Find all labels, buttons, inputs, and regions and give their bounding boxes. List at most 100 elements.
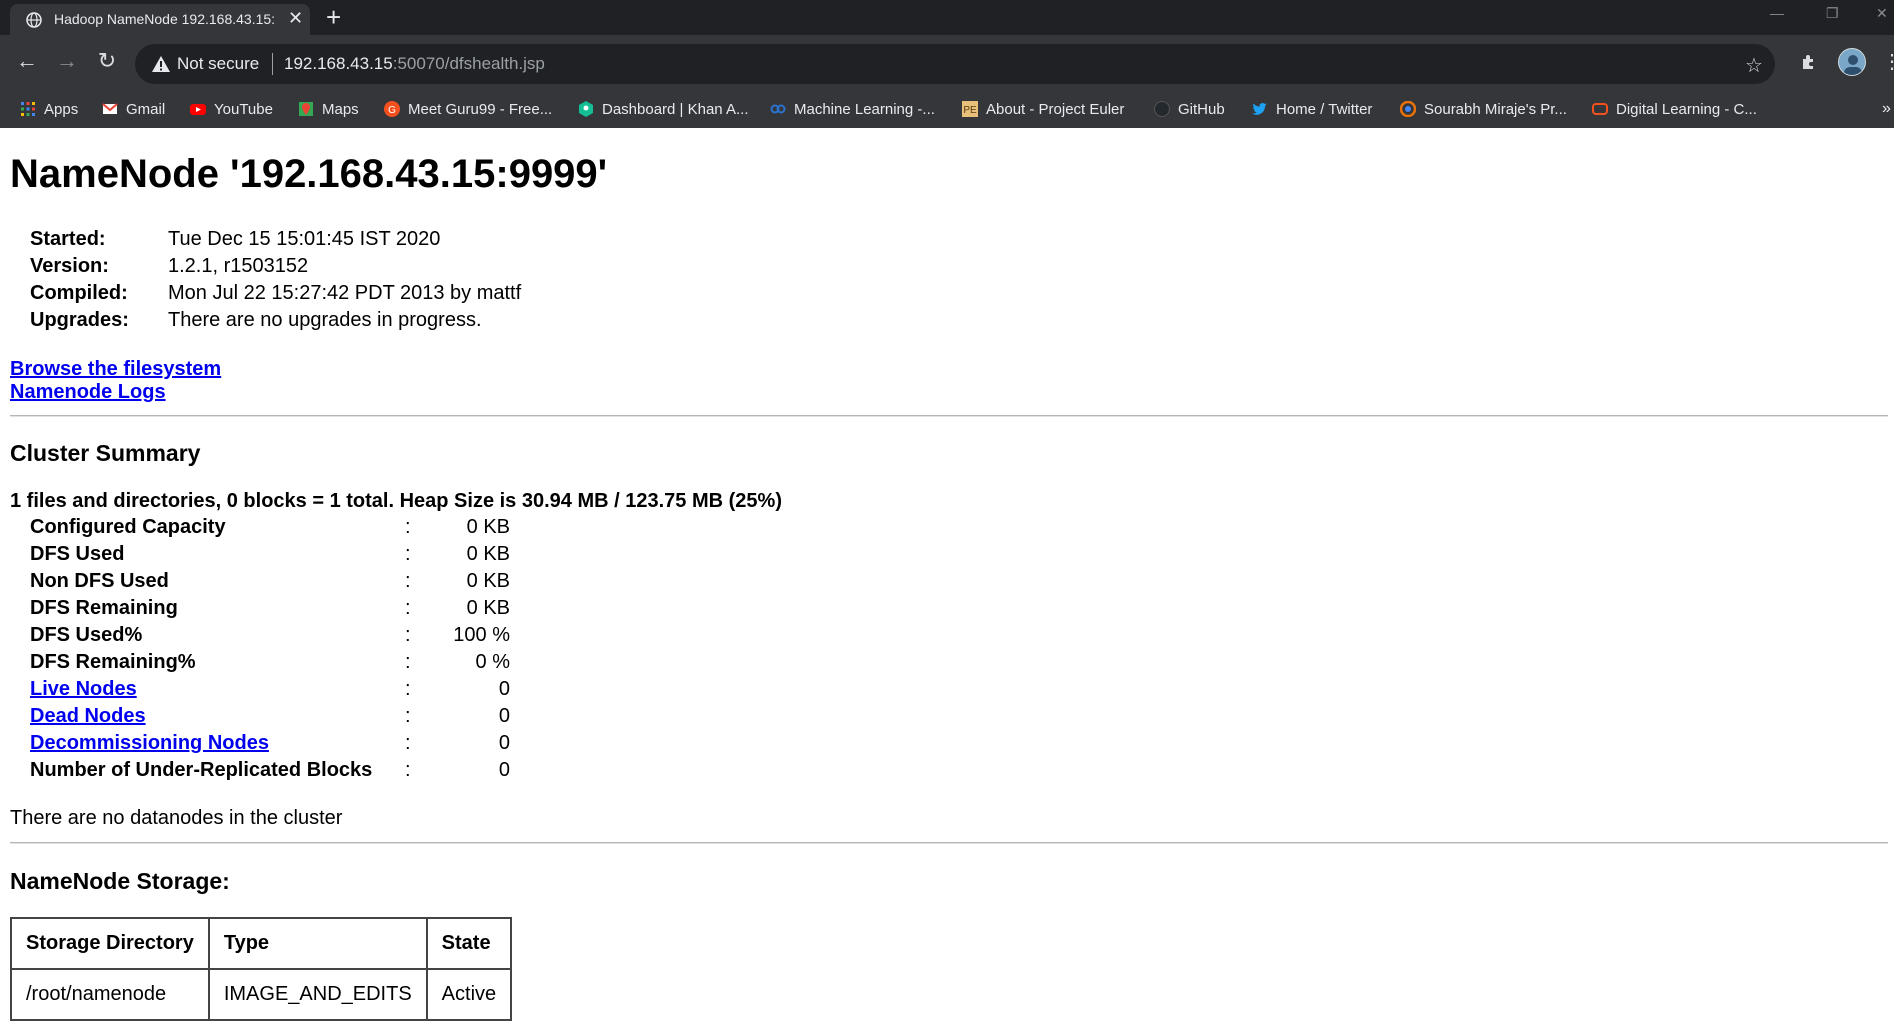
summary-value: 100 % (453, 624, 510, 646)
bookmark-label: YouTube (214, 101, 273, 118)
tab-strip: Hadoop NameNode 192.168.43.15:9999 ✕ + —… (0, 0, 1894, 35)
twitter-icon (1252, 103, 1267, 115)
info-label: Upgrades: (30, 309, 129, 331)
svg-text:G: G (388, 105, 396, 116)
info-value: Mon Jul 22 15:27:42 PDT 2013 by mattf (168, 282, 522, 304)
security-label[interactable]: Not secure (177, 54, 259, 74)
bookmark-youtube[interactable]: YouTube (190, 101, 273, 121)
bookmark-twitter[interactable]: Home / Twitter (1252, 101, 1372, 121)
bookmarks-bar: Apps Gmail YouTube Maps G Meet Guru99 - F… (0, 93, 1894, 128)
maps-icon (299, 102, 313, 116)
svg-text:PE: PE (963, 105, 977, 116)
bookmark-label: GitHub (1178, 101, 1225, 118)
extensions-puzzle-icon[interactable] (1800, 53, 1818, 71)
summary-value: 0 KB (466, 597, 510, 619)
bookmark-star-icon[interactable]: ☆ (1745, 53, 1763, 78)
summary-row-dead-nodes: Dead Nodes : 0 (30, 705, 510, 732)
browser-menu-icon[interactable]: ⋮ (1882, 49, 1894, 74)
profile-avatar[interactable] (1838, 48, 1866, 76)
cluster-summary-heading: Cluster Summary (10, 440, 201, 466)
warning-icon (152, 56, 170, 72)
more-bookmarks-icon[interactable]: » (1882, 100, 1891, 118)
summary-row-dfs-remaining-percent: DFS Remaining% : 0 % (30, 651, 510, 678)
divider (10, 415, 1888, 417)
browser-tab[interactable]: Hadoop NameNode 192.168.43.15:9999 ✕ (10, 4, 310, 35)
namenode-logs-link[interactable]: Namenode Logs (10, 381, 166, 404)
guru99-icon: G (384, 101, 400, 117)
forward-button[interactable]: → (53, 47, 81, 75)
bookmark-gmail[interactable]: Gmail (102, 101, 165, 121)
bookmark-label: Apps (44, 101, 79, 118)
tab-close-icon[interactable]: ✕ (288, 8, 303, 28)
browser-toolbar: ← → ↻ Not secure 192.168.43.15:50070/dfs… (0, 35, 1894, 93)
summary-value: 0 (498, 759, 510, 781)
live-nodes-link[interactable]: Live Nodes (30, 678, 137, 701)
bookmark-guru99[interactable]: G Meet Guru99 - Free... (384, 101, 552, 121)
summary-value: 0 KB (466, 543, 510, 565)
address-bar[interactable]: Not secure 192.168.43.15:50070/dfshealth… (135, 44, 1775, 84)
table-cell: /root/namenode (10, 968, 210, 1021)
bookmark-maps[interactable]: Maps (298, 101, 359, 121)
url-path: :50070/dfshealth.jsp (392, 54, 545, 73)
summary-row-dfs-used: DFS Used : 0 KB (30, 543, 510, 570)
dead-nodes-link[interactable]: Dead Nodes (30, 705, 146, 728)
window-close-button[interactable]: ✕ (1876, 5, 1888, 22)
new-tab-button[interactable]: + (326, 4, 341, 30)
omnibox-divider (272, 53, 273, 75)
info-value: Tue Dec 15 15:01:45 IST 2020 (168, 228, 441, 250)
summary-value: 0 (498, 732, 510, 754)
bookmark-label: Gmail (126, 101, 166, 118)
summary-label: DFS Used% (30, 624, 143, 646)
bookmark-project-euler[interactable]: PE About - Project Euler (962, 101, 1124, 121)
summary-row-configured-capacity: Configured Capacity : 0 KB (30, 516, 510, 543)
table-cell: Active (425, 968, 513, 1021)
minimize-button[interactable]: — (1770, 5, 1784, 21)
info-value: 1.2.1, r1503152 (168, 255, 309, 277)
table-cell: IMAGE_AND_EDITS (207, 968, 428, 1021)
decommissioning-nodes-link[interactable]: Decommissioning Nodes (30, 732, 269, 755)
column-header: State (425, 917, 513, 970)
digital-learning-icon (1592, 103, 1608, 115)
reload-button[interactable]: ↻ (93, 47, 121, 75)
bookmark-label: Home / Twitter (1276, 101, 1373, 118)
summary-value: 0 (498, 705, 510, 727)
summary-row-dfs-remaining: DFS Remaining : 0 KB (30, 597, 510, 624)
gmail-icon (102, 103, 118, 114)
column-header: Type (207, 917, 428, 970)
page-title: NameNode '192.168.43.15:9999' (10, 152, 608, 196)
bookmark-machine-learning[interactable]: Machine Learning -... (770, 101, 935, 121)
summary-row-decommissioning-nodes: Decommissioning Nodes : 0 (30, 732, 510, 759)
info-label: Started: (30, 228, 106, 250)
summary-value: 0 % (475, 651, 510, 673)
bookmark-label: Sourabh Miraje's Pr... (1424, 101, 1567, 118)
summary-label: Number of Under-Replicated Blocks (30, 759, 373, 781)
profile-icon (1400, 101, 1416, 117)
bookmark-label: Maps (322, 101, 359, 118)
tab-title: Hadoop NameNode 192.168.43.15:9999 (54, 11, 274, 27)
browse-filesystem-link[interactable]: Browse the filesystem (10, 358, 221, 381)
restore-button[interactable]: ❐ (1826, 5, 1839, 22)
bookmark-label: Dashboard | Khan A... (602, 101, 749, 118)
page-content: NameNode '192.168.43.15:9999' Started: T… (0, 128, 1894, 1028)
summary-row-live-nodes: Live Nodes : 0 (30, 678, 510, 705)
bookmark-sourabh-miraje[interactable]: Sourabh Miraje's Pr... (1400, 101, 1567, 121)
bookmark-label: About - Project Euler (986, 101, 1125, 118)
youtube-icon (190, 104, 206, 115)
summary-row-dfs-used-percent: DFS Used% : 100 % (30, 624, 510, 651)
table-row: /root/namenode IMAGE_AND_EDITS Active (10, 968, 513, 1021)
summary-row-under-replicated-blocks: Number of Under-Replicated Blocks : 0 (30, 759, 510, 786)
cluster-summary-line: 1 files and directories, 0 blocks = 1 to… (10, 490, 782, 512)
bookmark-apps[interactable]: Apps (20, 101, 78, 121)
url-host: 192.168.43.15 (284, 54, 393, 73)
summary-value: 0 KB (466, 516, 510, 538)
info-label: Version: (30, 255, 109, 277)
summary-label: Non DFS Used (30, 570, 169, 592)
bookmark-label: Meet Guru99 - Free... (408, 101, 553, 118)
bookmark-digital-learning[interactable]: Digital Learning - C... (1592, 101, 1757, 121)
back-button[interactable]: ← (13, 47, 41, 75)
summary-value: 0 (498, 678, 510, 700)
url-text[interactable]: 192.168.43.15:50070/dfshealth.jsp (284, 54, 545, 74)
bookmark-github[interactable]: GitHub (1154, 101, 1225, 121)
bookmark-khan-academy[interactable]: Dashboard | Khan A... (578, 101, 749, 121)
person-icon (1844, 55, 1862, 75)
